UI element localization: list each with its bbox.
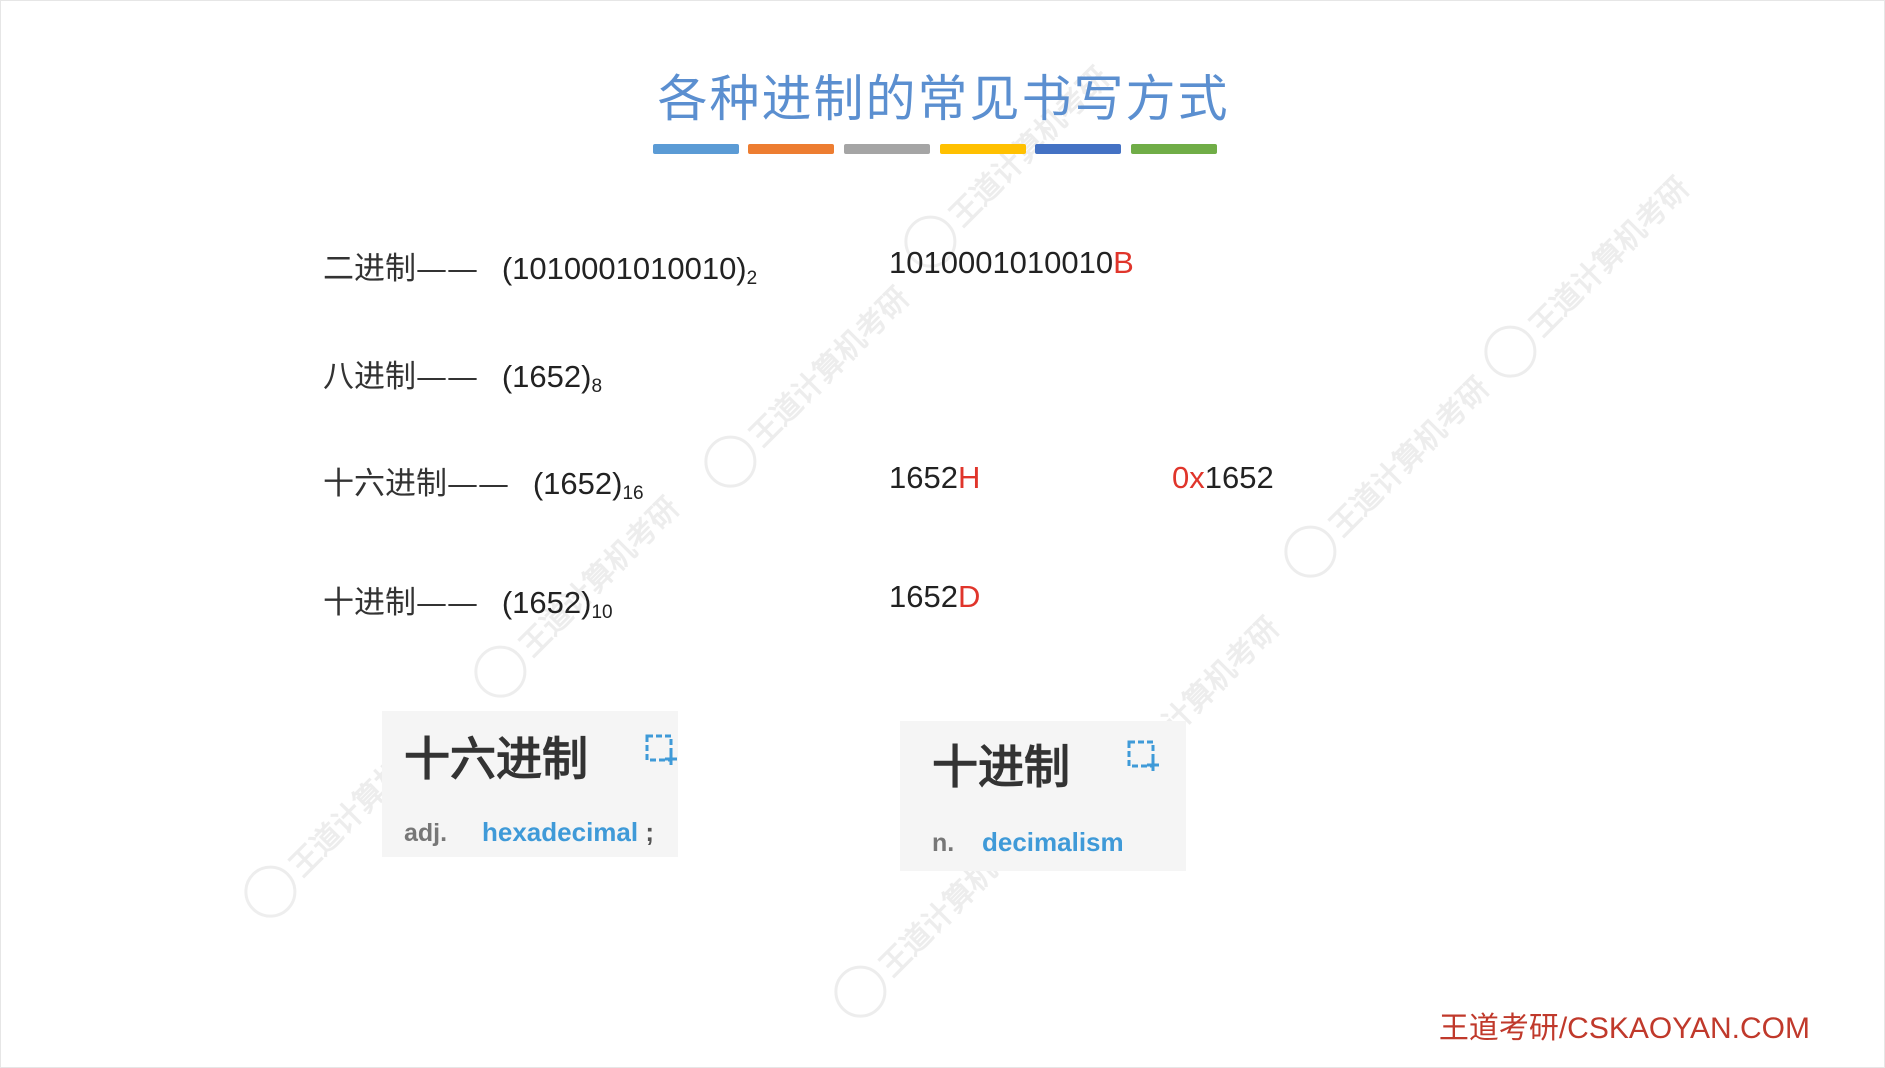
accent-bar bbox=[844, 144, 930, 154]
base-notation: (1010001010010)2 bbox=[501, 251, 758, 289]
octal-row: 八进制—— (1652)8 bbox=[323, 351, 602, 398]
decimal-row: 十进制—— (1652)10 bbox=[323, 577, 613, 624]
accent-bar bbox=[748, 144, 834, 154]
accent-bar bbox=[1131, 144, 1217, 154]
base-notation: (1652)8 bbox=[501, 359, 603, 397]
wangdao-logo-icon bbox=[693, 424, 768, 499]
accent-bar bbox=[653, 144, 739, 154]
dict-word: 十六进制 bbox=[404, 732, 588, 786]
part-of-speech: n. bbox=[932, 829, 955, 857]
watermark: 王道计算机考研 bbox=[1271, 351, 1511, 591]
add-to-wordbook-icon[interactable] bbox=[1126, 739, 1160, 773]
dictionary-card: 十进制 n. decimalism bbox=[900, 721, 1186, 871]
add-to-wordbook-icon[interactable] bbox=[644, 733, 678, 767]
footer-brand: 王道考研/CSKAOYAN.COM bbox=[1438, 1012, 1810, 1045]
hex-prefix-notation: 0x1652 bbox=[1172, 460, 1274, 495]
base-notation: (1652)10 bbox=[501, 585, 613, 623]
dict-definition[interactable]: hexadecimal ; bbox=[482, 817, 654, 848]
binary-suffix-notation: 1010001010010B bbox=[889, 245, 1134, 280]
row-label: 十进制—— bbox=[323, 585, 478, 621]
dict-definition[interactable]: decimalism bbox=[982, 827, 1124, 858]
wangdao-logo-icon bbox=[1473, 314, 1548, 389]
wangdao-logo-icon bbox=[1273, 514, 1348, 589]
wangdao-logo-icon bbox=[463, 634, 538, 709]
row-label: 二进制—— bbox=[323, 251, 478, 287]
watermark: 王道计算机考研 bbox=[1471, 151, 1711, 391]
row-label: 十六进制—— bbox=[323, 466, 509, 502]
hex-suffix-notation: 1652H bbox=[889, 460, 981, 495]
accent-bar bbox=[1035, 144, 1121, 154]
dictionary-card: 十六进制 adj. hexadecimal ; bbox=[382, 711, 678, 857]
hexadecimal-row: 十六进制—— (1652)16 bbox=[323, 458, 644, 505]
wangdao-logo-icon bbox=[233, 854, 308, 929]
part-of-speech: adj. bbox=[404, 819, 448, 847]
slide: 王道计算机考研 王道计算机考研 王道计算机考研 王道计算机考研 王道计算机考研 … bbox=[0, 0, 1885, 1068]
binary-row: 二进制—— (1010001010010)2 bbox=[323, 243, 757, 290]
dict-word: 十进制 bbox=[932, 740, 1070, 794]
base-notation: (1652)16 bbox=[532, 466, 644, 504]
accent-bar bbox=[940, 144, 1026, 154]
row-label: 八进制—— bbox=[323, 359, 478, 395]
slide-title: 各种进制的常见书写方式 bbox=[657, 70, 1230, 128]
decimal-suffix-notation: 1652D bbox=[889, 579, 981, 614]
wangdao-logo-icon bbox=[823, 954, 898, 1029]
